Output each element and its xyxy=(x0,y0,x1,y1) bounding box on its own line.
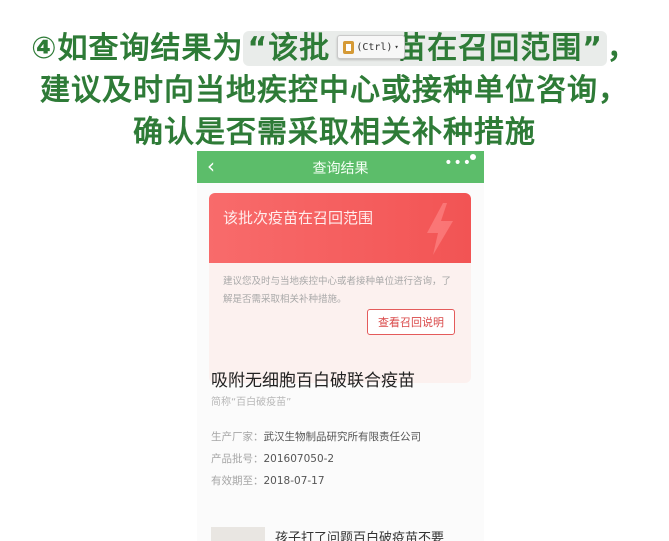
page-title: 查询结果 xyxy=(312,161,369,177)
caption-quote: “该批 苗在召回范围” xyxy=(243,31,607,66)
paste-options-label: (Ctrl) xyxy=(356,41,393,53)
caption-quote-a: “该批 xyxy=(247,31,331,66)
related-article-item[interactable]: 孩子打了问题百白破疫苗不要 xyxy=(211,523,471,541)
phone-screen: ‹ 查询结果 ••• 该批次疫苗在召回范围 建议您及时与当地疾控中心或者接种单位… xyxy=(197,151,484,541)
recall-alert-card: 该批次疫苗在召回范围 建议您及时与当地疾控中心或者接种单位进行咨询，了解是否需采… xyxy=(209,193,471,383)
batch-label: 产品批号： xyxy=(211,453,264,465)
caption-line-3: 确认是否需采取相关补种措施 xyxy=(133,115,536,150)
vaccine-name: 吸附无细胞百白破联合疫苗 xyxy=(211,371,415,391)
lightning-bolt-icon xyxy=(427,203,453,255)
notification-dot xyxy=(470,154,476,160)
more-dots-icon[interactable]: ••• xyxy=(444,155,472,171)
expiry-value: 2018-07-17 xyxy=(263,475,325,487)
instruction-caption: ④如查询结果为 “该批 苗在召回范围”， 建议及时向当地疾控中心或接种单位咨询， 确… xyxy=(0,28,669,154)
paste-options-button[interactable]: (Ctrl) ▾ xyxy=(337,35,405,59)
manufacturer-value: 武汉生物制品研究所有限责任公司 xyxy=(263,431,422,443)
vaccine-alias: 简称“百白破疫苗” xyxy=(211,397,292,408)
paste-clipboard-icon xyxy=(343,40,355,54)
caption-prefix: ④如查询结果为 xyxy=(31,31,244,66)
view-recall-notice-button[interactable]: 查看召回说明 xyxy=(367,309,455,335)
manufacturer-row: 生产厂家：武汉生物制品研究所有限责任公司 xyxy=(211,429,421,444)
chevron-down-icon: ▾ xyxy=(394,43,399,51)
batch-value: 201607050-2 xyxy=(263,453,335,465)
article-thumbnail xyxy=(211,527,265,541)
caption-suffix: ， xyxy=(606,31,638,66)
expiry-label: 有效期至： xyxy=(211,475,264,487)
expiry-row: 有效期至：2018-07-17 xyxy=(211,473,325,488)
recall-alert-title: 该批次疫苗在召回范围 xyxy=(223,209,374,227)
app-bar: ‹ 查询结果 ••• xyxy=(197,151,484,183)
manufacturer-label: 生产厂家： xyxy=(211,431,264,443)
article-title: 孩子打了问题百白破疫苗不要 xyxy=(275,531,445,541)
caption-line-2: 建议及时向当地疾控中心或接种单位咨询， xyxy=(40,73,629,108)
caption-quote-b: 苗在召回范围” xyxy=(396,31,603,66)
batch-row: 产品批号：201607050-2 xyxy=(211,451,334,466)
recall-alert-description: 建议您及时与当地疾控中心或者接种单位进行咨询，了解是否需采取相关补种措施。 xyxy=(223,276,452,305)
caption-line-1: ④如查询结果为 “该批 苗在召回范围”， xyxy=(0,28,669,70)
recall-alert-banner: 该批次疫苗在召回范围 xyxy=(209,193,471,263)
